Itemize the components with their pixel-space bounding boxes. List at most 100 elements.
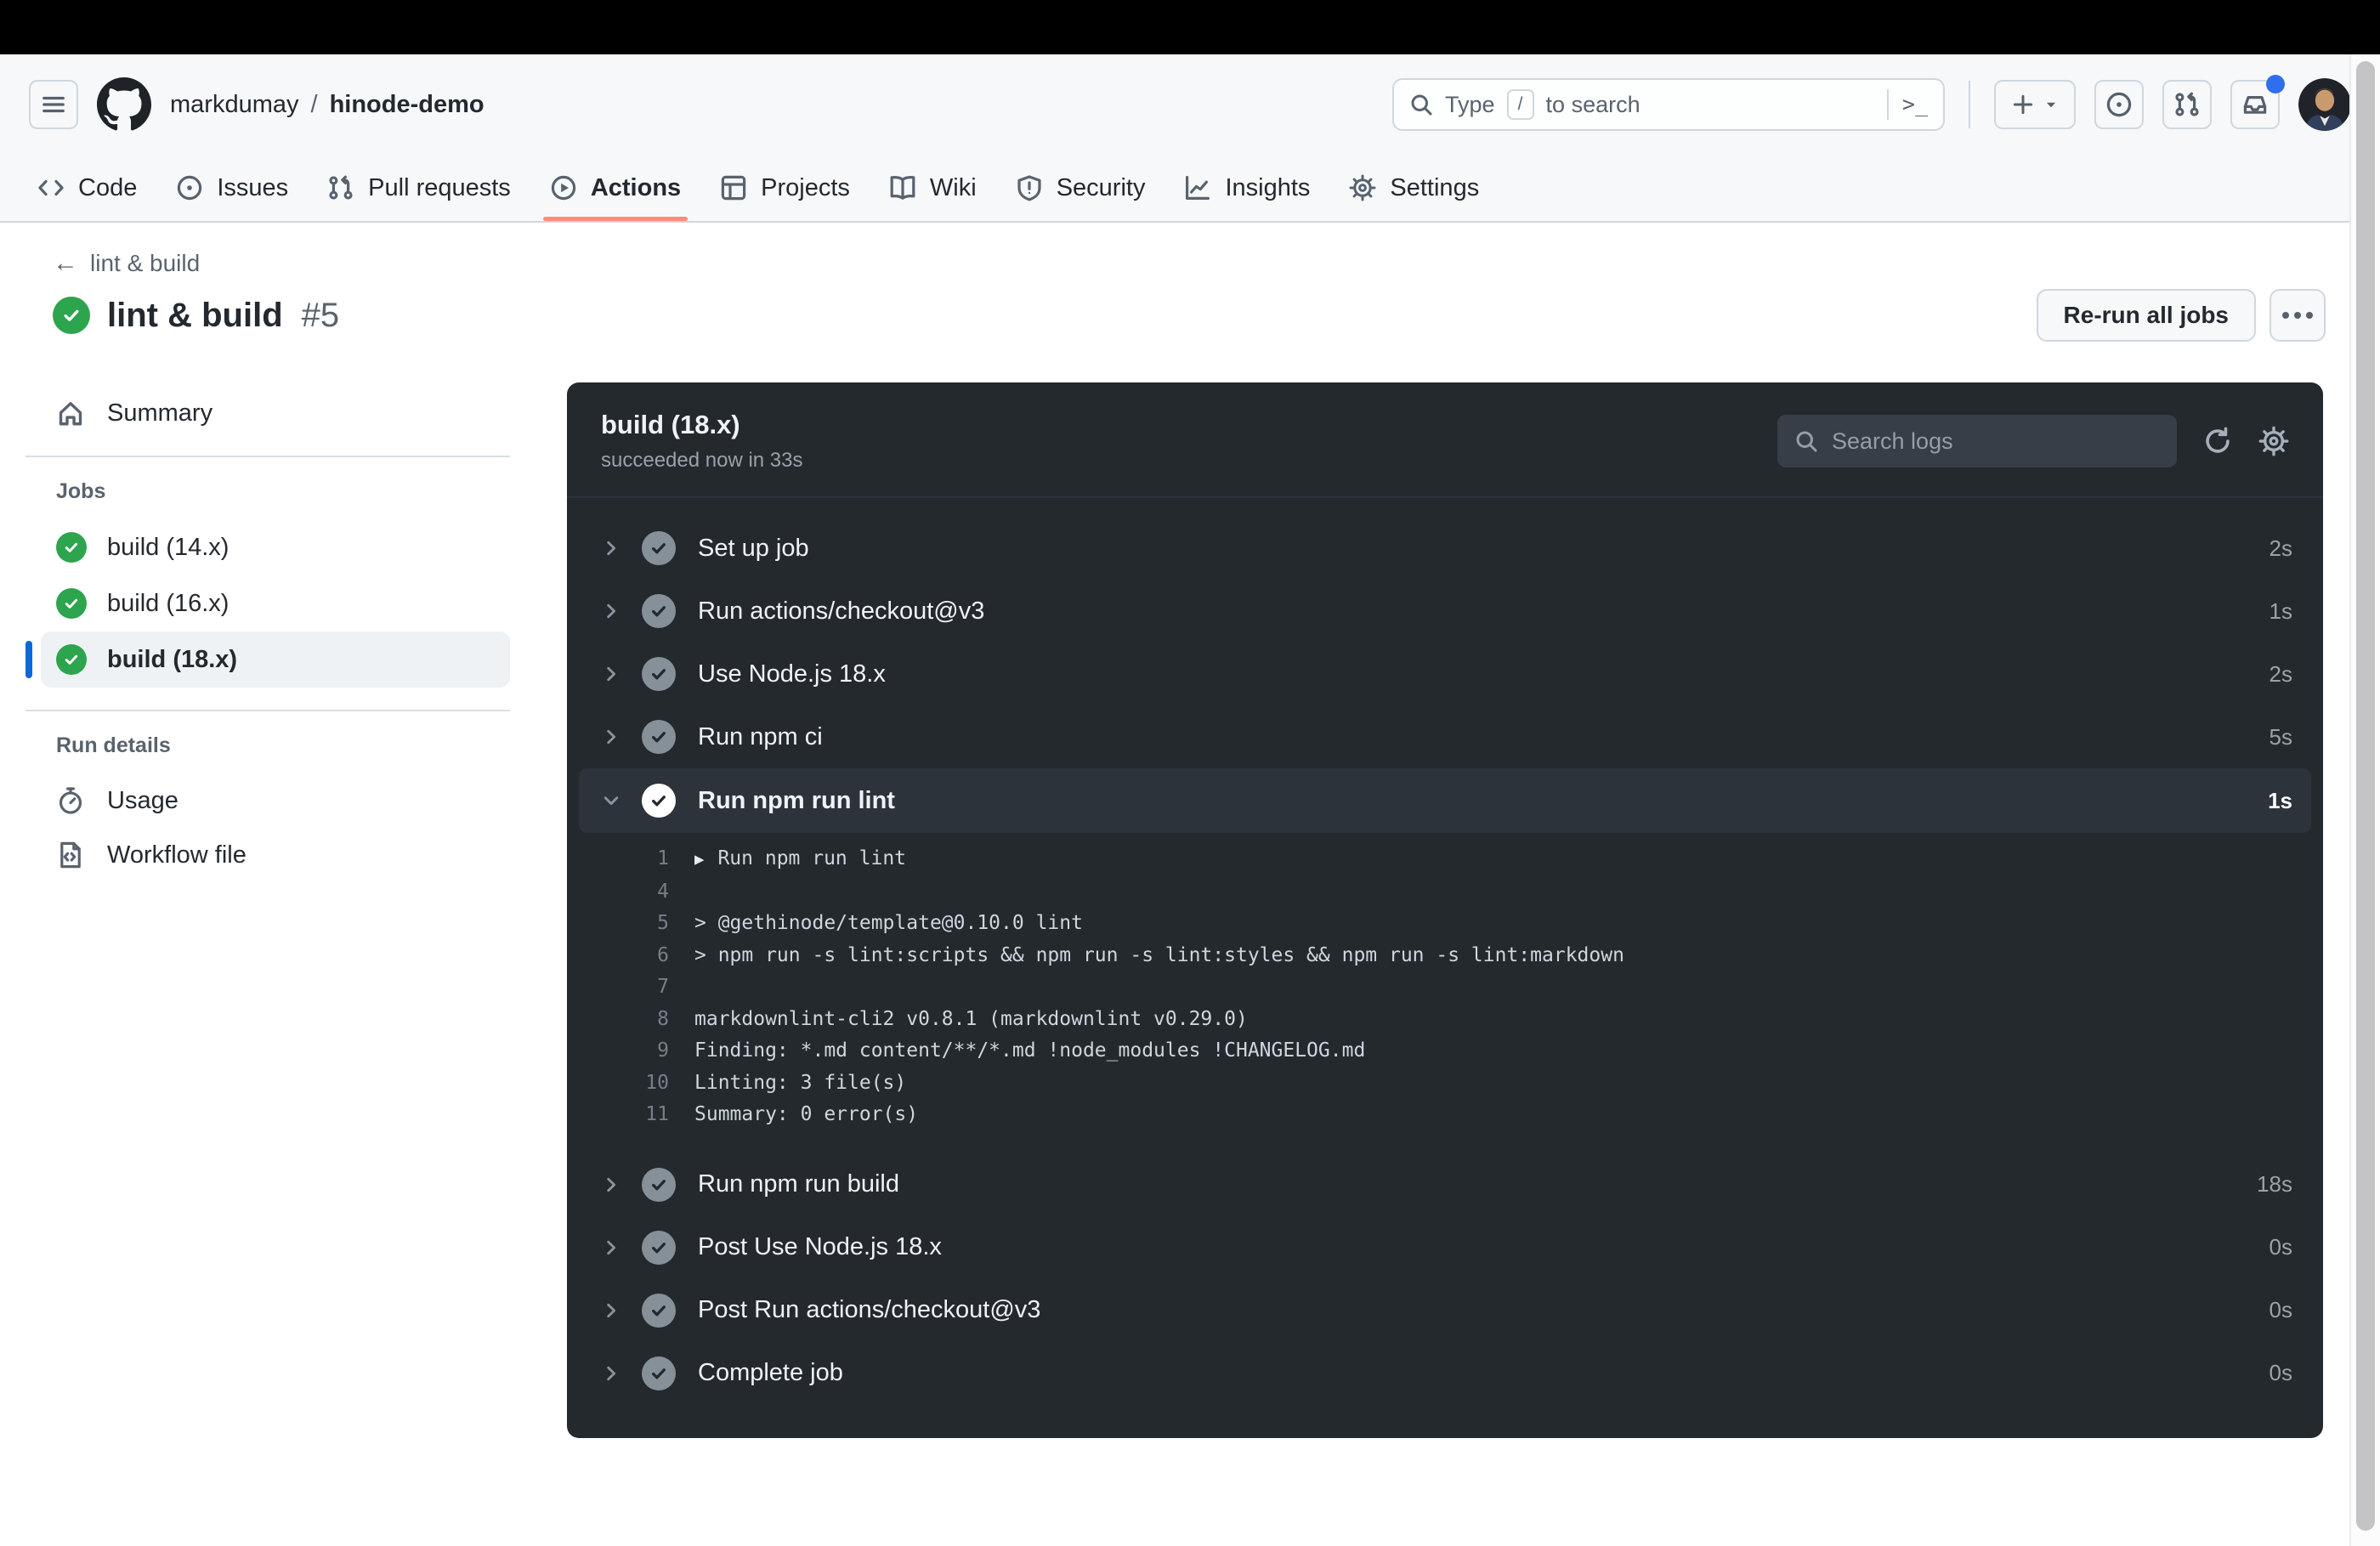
run-sidebar: Summary Jobs build (14.x) build (16.x) b… <box>26 382 510 882</box>
log-line-text: ▶> npm run -s lint:scripts && npm run -s… <box>694 940 1624 972</box>
log-line-number[interactable]: 8 <box>567 1004 669 1036</box>
run-header: ← lint & build lint & build #5 Re-run al… <box>0 223 2380 342</box>
file-code-icon <box>56 841 85 869</box>
step-name: Run npm run build <box>698 1170 899 1198</box>
tab-label: Insights <box>1225 173 1311 201</box>
log-line-number[interactable]: 4 <box>567 876 669 909</box>
home-icon <box>56 399 85 428</box>
log-line-text: ▶markdownlint-cli2 v0.8.1 (markdownlint … <box>694 1004 1248 1036</box>
breadcrumb-repo[interactable]: hinode-demo <box>330 91 484 119</box>
sidebar-job-build-14x[interactable]: build (14.x) <box>41 519 510 575</box>
success-check-icon <box>56 644 87 675</box>
global-search-input[interactable]: Type / to search >_ <box>1392 78 1945 131</box>
tab-label: Settings <box>1390 173 1480 201</box>
top-black-bar <box>0 0 2380 54</box>
log-text: > npm run -s lint:scripts && npm run -s … <box>694 943 1624 966</box>
step-chevron-icon <box>601 1300 625 1321</box>
tab-label: Actions <box>590 173 682 201</box>
tab-projects[interactable]: Projects <box>705 155 865 221</box>
run-number: #5 <box>301 296 340 334</box>
workflow-step-row[interactable]: Set up job 2s <box>567 517 2323 580</box>
search-logs-input[interactable]: Search logs <box>1777 415 2177 467</box>
workflow-step-row[interactable]: Run npm ci 5s <box>567 705 2323 768</box>
log-line-number[interactable]: 7 <box>567 971 669 1004</box>
sidebar-divider <box>26 456 510 457</box>
tab-pull-requests[interactable]: Pull requests <box>312 155 526 221</box>
log-line-number[interactable]: 6 <box>567 940 669 972</box>
issue-opened-icon <box>176 174 203 201</box>
tab-actions[interactable]: Actions <box>535 155 696 221</box>
step-duration: 1s <box>2269 597 2292 624</box>
jobs-section-heading: Jobs <box>56 479 106 503</box>
log-line-number[interactable]: 5 <box>567 908 669 940</box>
tab-settings[interactable]: Settings <box>1334 155 1494 221</box>
tab-label: Security <box>1056 173 1146 201</box>
play-circle-icon <box>550 174 577 201</box>
step-check-icon <box>642 594 676 628</box>
rerun-all-jobs-button[interactable]: Re-run all jobs <box>2036 289 2256 342</box>
create-new-button[interactable] <box>1994 80 2076 129</box>
command-palette-icon[interactable]: >_ <box>1886 89 1928 120</box>
sidebar-item-workflow-file[interactable]: Workflow file <box>26 828 510 882</box>
workflow-step-row[interactable]: Run actions/checkout@v3 1s <box>567 580 2323 643</box>
step-chevron-icon <box>601 1237 625 1258</box>
back-to-workflow-link[interactable]: ← lint & build <box>53 250 200 277</box>
workflow-step-row[interactable]: Run npm run lint 1s <box>579 768 2311 833</box>
run-kebab-menu-button[interactable] <box>2270 289 2326 342</box>
log-line-number[interactable]: 1 <box>567 843 669 876</box>
tab-code[interactable]: Code <box>22 155 152 221</box>
search-icon <box>1409 93 1433 116</box>
sidebar-item-label: Workflow file <box>107 841 246 869</box>
gear-icon <box>1349 174 1376 201</box>
step-name: Run npm ci <box>698 722 823 750</box>
tab-label: Pull requests <box>368 173 511 201</box>
hamburger-menu-button[interactable] <box>29 80 78 129</box>
scrollbar-thumb[interactable] <box>2356 61 2375 1531</box>
page-scrollbar[interactable] <box>2349 54 2380 1546</box>
workflow-step-row[interactable]: Use Node.js 18.x 2s <box>567 643 2323 705</box>
sidebar-job-build-18x[interactable]: build (18.x) <box>26 631 510 688</box>
tab-wiki[interactable]: Wiki <box>874 155 992 221</box>
workflow-step-row[interactable]: Run npm run build 18s <box>567 1153 2323 1216</box>
tab-security[interactable]: Security <box>1000 155 1161 221</box>
header-divider <box>1969 81 1970 128</box>
run-details-heading: Run details <box>56 733 171 757</box>
run-title-row: lint & build #5 Re-run all jobs <box>53 289 2326 342</box>
step-name: Use Node.js 18.x <box>698 660 886 688</box>
github-logo[interactable] <box>97 77 151 132</box>
tab-issues[interactable]: Issues <box>161 155 303 221</box>
log-line-number[interactable]: 9 <box>567 1035 669 1067</box>
log-line-number[interactable]: 10 <box>567 1067 669 1100</box>
log-line-text: ▶Summary: 0 error(s) <box>694 1099 918 1131</box>
step-name: Run npm run lint <box>698 786 895 814</box>
workflow-step-row[interactable]: Complete job 0s <box>567 1342 2323 1405</box>
repo-tab-bar: Code Issues Pull requests Actions Projec… <box>0 155 2380 223</box>
sidebar-item-usage[interactable]: Usage <box>26 773 510 828</box>
sidebar-job-build-16x[interactable]: build (16.x) <box>41 575 510 631</box>
log-group-triangle-icon[interactable]: ▶ <box>694 844 704 876</box>
workflow-step-row[interactable]: Post Run actions/checkout@v3 0s <box>567 1279 2323 1342</box>
step-duration: 0s <box>2269 1234 2292 1260</box>
tab-label: Issues <box>217 173 289 201</box>
pull-requests-dashboard-button[interactable] <box>2162 80 2212 129</box>
workflow-step-row[interactable]: Post Use Node.js 18.x 0s <box>567 1216 2323 1279</box>
graph-icon <box>1184 174 1211 201</box>
log-line-number[interactable]: 11 <box>567 1099 669 1131</box>
tab-insights[interactable]: Insights <box>1169 155 1325 221</box>
inbox-button[interactable] <box>2230 75 2285 129</box>
log-settings-gear-icon[interactable] <box>2258 426 2289 456</box>
sidebar-divider <box>26 710 510 711</box>
step-log-output: 1 ▶ Run npm run lint 4 ▶ 5 ▶> @gethinode/… <box>567 843 2323 1131</box>
tab-label: Wiki <box>929 173 977 201</box>
refresh-logs-icon[interactable] <box>2202 426 2233 456</box>
success-check-icon <box>56 588 87 619</box>
sidebar-item-summary[interactable]: Summary <box>26 386 510 440</box>
log-text: Summary: 0 error(s) <box>694 1103 919 1125</box>
log-line: 9 ▶Finding: *.md content/**/*.md !node_m… <box>567 1035 2323 1067</box>
issues-dashboard-button[interactable] <box>2094 80 2144 129</box>
avatar[interactable] <box>2298 78 2351 131</box>
job-label: build (18.x) <box>107 645 238 673</box>
step-chevron-icon <box>601 727 625 747</box>
breadcrumb-owner[interactable]: markdumay <box>170 91 299 119</box>
log-line: 7 ▶ <box>567 971 2323 1004</box>
